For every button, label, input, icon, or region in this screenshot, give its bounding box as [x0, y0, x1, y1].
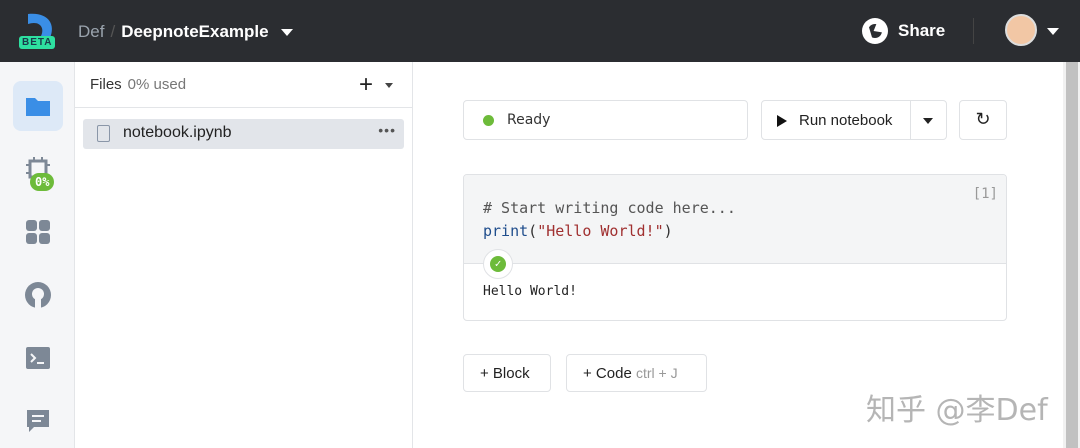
file-name: notebook.ipynb [123, 124, 232, 141]
github-icon [25, 282, 51, 308]
share-button[interactable]: Share [862, 18, 945, 44]
scrollbar[interactable] [1063, 62, 1080, 448]
breadcrumb: Def / DeepnoteExample [78, 22, 293, 42]
code-token: ( [528, 222, 538, 240]
status-text: Ready [507, 112, 551, 128]
avatar[interactable] [1005, 14, 1037, 46]
code-token: print [483, 222, 529, 240]
add-code-button[interactable]: + Code ctrl + J [566, 354, 707, 392]
code-cell[interactable]: [1] # Start writing code here... print("… [463, 174, 1007, 321]
terminal-icon [26, 347, 50, 369]
breadcrumb-separator: / [110, 22, 116, 41]
globe-icon [862, 18, 888, 44]
restart-button[interactable]: ↻ [959, 100, 1007, 140]
cpu-usage-badge: 0% [30, 173, 55, 191]
comment-icon [27, 410, 49, 432]
sidebar-item-comments[interactable] [13, 396, 63, 446]
shortcut-hint: ctrl + J [635, 365, 678, 381]
beta-badge: BETA [19, 36, 56, 49]
sidebar-item-github[interactable] [13, 270, 63, 320]
divider [910, 101, 911, 139]
code-line: print("Hello World!") [483, 220, 1006, 243]
run-notebook-button[interactable]: Run notebook [761, 100, 947, 140]
add-block-button[interactable]: + Block [463, 354, 551, 392]
folder-icon [26, 98, 50, 116]
chevron-down-icon[interactable] [280, 29, 293, 37]
add-block-label: + Block [480, 365, 530, 382]
storage-usage: 0% used [127, 76, 187, 93]
play-icon [777, 115, 787, 127]
chevron-down-icon[interactable] [1047, 28, 1059, 35]
files-header: Files 0% used + [75, 62, 412, 108]
share-label: Share [898, 21, 946, 40]
project-name[interactable]: DeepnoteExample [121, 22, 268, 41]
sidebar: 0% [0, 62, 75, 448]
chevron-down-icon[interactable] [385, 83, 393, 88]
file-icon [97, 125, 110, 142]
divider [973, 18, 974, 44]
code-line: # Start writing code here... [483, 199, 736, 217]
chevron-down-icon[interactable] [923, 118, 933, 124]
add-code-label: + Code [583, 365, 632, 382]
run-label: Run notebook [799, 112, 893, 129]
code-token: ) [663, 222, 673, 240]
status-dot-icon [483, 115, 494, 126]
sidebar-item-files[interactable] [13, 81, 63, 131]
more-options-icon[interactable]: ••• [378, 122, 396, 138]
execution-count: [1] [972, 186, 998, 202]
sidebar-item-integrations[interactable] [13, 207, 63, 257]
file-item[interactable]: notebook.ipynb ••• [83, 119, 404, 149]
refresh-icon: ↻ [975, 109, 991, 129]
watermark: 知乎 @李Def [866, 393, 1048, 428]
workspace-link[interactable]: Def [78, 22, 104, 41]
code-token: "Hello World!" [537, 222, 664, 240]
grid-icon [26, 220, 50, 244]
top-header: BETA Def / DeepnoteExample Share [0, 0, 1080, 62]
files-panel: Files 0% used + notebook.ipynb ••• [75, 62, 413, 448]
success-check-icon [483, 249, 513, 279]
sidebar-item-terminal[interactable] [13, 333, 63, 383]
add-file-button[interactable]: + [359, 71, 373, 99]
scrollbar-thumb[interactable] [1066, 62, 1078, 448]
cell-output: Hello World! [483, 284, 577, 299]
code-editor[interactable]: [1] # Start writing code here... print("… [464, 175, 1006, 279]
files-title: Files [90, 76, 122, 93]
kernel-status: Ready [463, 100, 748, 140]
